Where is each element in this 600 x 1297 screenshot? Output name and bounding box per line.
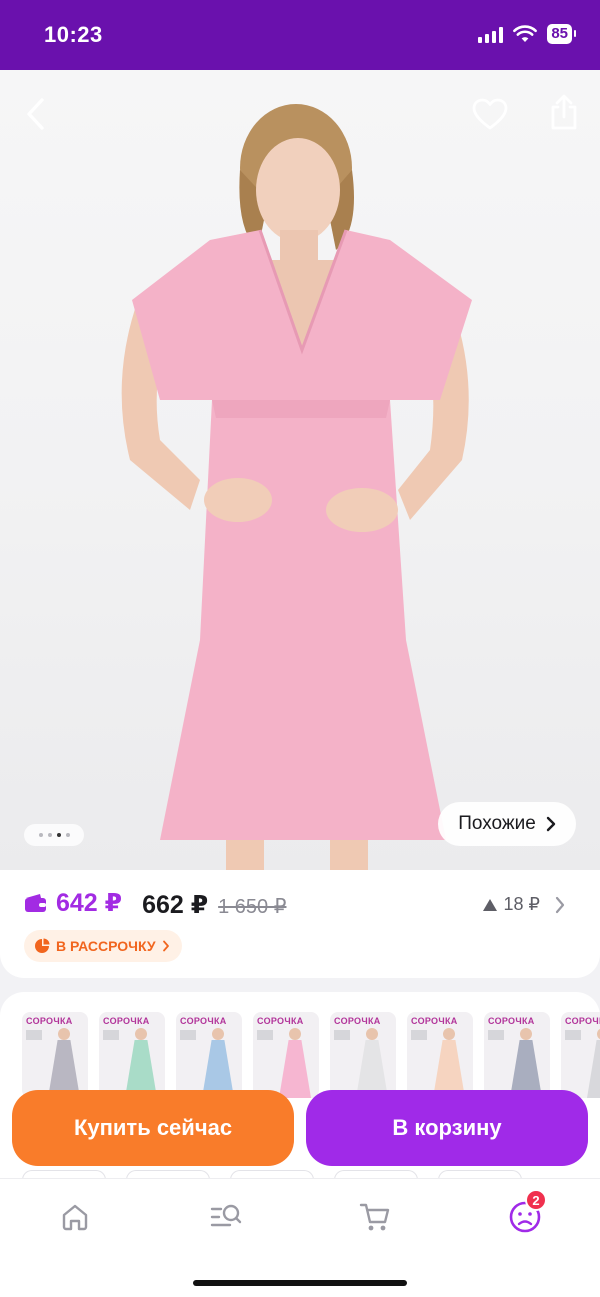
thumbnail-tag [26,1030,42,1040]
tab-home[interactable] [53,1195,97,1239]
thumbnail-brand: СОРОЧКА [565,1016,600,1026]
variant-thumbnail[interactable]: СОРОЧКА [253,1012,319,1098]
pie-chart-icon [35,938,50,953]
price-history-link[interactable]: 18 ₽ [482,894,566,915]
thumbnail-tag [334,1030,350,1040]
action-bar: Купить сейчас В корзину [0,1090,600,1172]
price-trend-value: 18 ₽ [503,894,540,914]
variant-thumbnail[interactable]: СОРОЧКА [99,1012,165,1098]
thumbnail-model [58,1028,70,1040]
wallet-icon [25,894,46,912]
add-to-cart-button[interactable]: В корзину [306,1090,588,1166]
triangle-up-icon [482,898,497,911]
chevron-left-icon [27,98,44,130]
gallery-dot [47,833,52,837]
variant-thumbnail[interactable]: СОРОЧКА [484,1012,550,1098]
thumbnail-model [520,1028,532,1040]
share-button[interactable] [542,90,586,134]
product-image-gallery[interactable]: Похожие [0,70,600,870]
main-price: 662 ₽ [142,891,209,919]
variant-thumbnail[interactable]: СОРОЧКА [330,1012,396,1098]
home-indicator [193,1280,407,1286]
thumbnail-model [289,1028,301,1040]
share-icon [551,94,577,130]
thumbnail-tag [411,1030,427,1040]
thumbnail-model [212,1028,224,1040]
status-indicators: 85 [478,24,576,44]
wallet-price[interactable]: 642 ₽ [24,888,122,918]
gallery-dot [65,833,70,837]
chevron-right-icon [162,940,169,952]
variant-thumbnail[interactable]: СОРОЧКА [561,1012,600,1098]
heart-icon [472,98,508,130]
thumbnail-tag [488,1030,504,1040]
thumbnail-brand: СОРОЧКА [103,1016,150,1026]
thumbnail-model [366,1028,378,1040]
buy-now-button[interactable]: Купить сейчас [12,1090,294,1166]
product-photo [121,104,472,870]
tab-cart[interactable] [353,1195,397,1239]
cart-icon [359,1203,390,1231]
similar-label: Похожие [458,813,536,834]
home-icon [62,1204,88,1231]
installment-badge[interactable]: В РАССРОЧКУ [24,930,182,962]
tab-catalog[interactable] [204,1195,248,1239]
thumbnail-brand: СОРОЧКА [334,1016,381,1026]
chevron-right-icon [546,816,555,832]
thumbnail-tag [565,1030,581,1040]
price-card: 642 ₽ 662 ₽ 1 650 ₽ 18 ₽ В РАССРОЧКУ [0,870,600,978]
gallery-dot [38,833,43,837]
thumbnail-tag [103,1030,119,1040]
thumbnail-model [135,1028,147,1040]
status-time: 10:23 [44,22,103,47]
wallet-price-value: 642 ₽ [56,889,123,917]
installment-label: В РАССРОЧКУ [56,938,156,954]
thumbnail-brand: СОРОЧКА [488,1016,535,1026]
thumbnail-model [443,1028,455,1040]
back-button[interactable] [14,92,58,136]
gallery-pagination [24,824,84,846]
wifi-icon [513,25,538,42]
notification-badge: 2 [525,1189,547,1211]
thumbnail-brand: СОРОЧКА [257,1016,304,1026]
old-price: 1 650 ₽ [218,896,287,918]
thumbnail-tag [180,1030,196,1040]
similar-button[interactable]: Похожие [438,802,576,846]
variant-thumbnail[interactable]: СОРОЧКА [22,1012,88,1098]
signal-icon [478,25,504,43]
variant-thumbnail[interactable]: СОРОЧКА [407,1012,473,1098]
variant-thumbnail[interactable]: СОРОЧКА [176,1012,242,1098]
chevron-right-icon [555,896,565,913]
thumbnail-brand: СОРОЧКА [180,1016,227,1026]
price-row: 642 ₽ 662 ₽ 1 650 ₽ [24,888,286,920]
catalog-search-icon [210,1204,242,1227]
battery-indicator: 85 [547,24,576,44]
tab-profile[interactable]: 2 [503,1189,547,1239]
thumbnail-brand: СОРОЧКА [26,1016,73,1026]
gallery-dot-active [56,833,61,837]
variant-thumbnails: СОРОЧКА СОРОЧКА СОРОЧКА СОРОЧКА СОРОЧКА СОРОЧ… [22,1012,600,1098]
thumbnail-brand: СОРОЧКА [411,1016,458,1026]
favorite-button[interactable] [468,92,512,136]
status-bar: 10:23 85 [0,0,600,70]
thumbnail-tag [257,1030,273,1040]
